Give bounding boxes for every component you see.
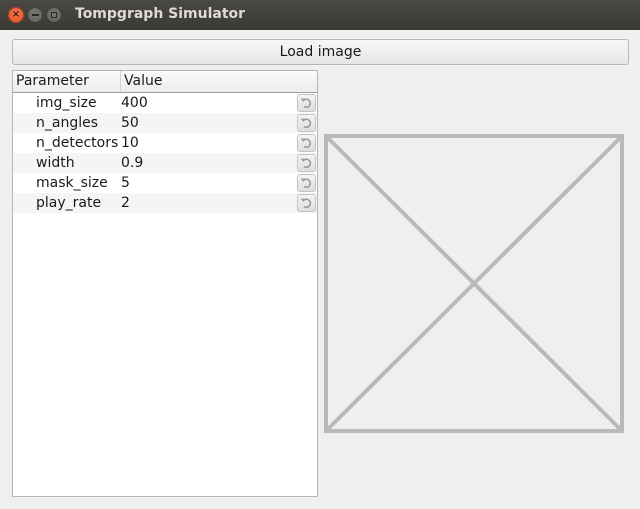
close-button[interactable]: ×: [8, 7, 24, 23]
parameter-name: play_rate: [36, 195, 102, 211]
parameter-name: img_size: [36, 95, 97, 111]
tree-row[interactable]: img_size 400: [13, 93, 317, 113]
minimize-button[interactable]: [27, 7, 43, 23]
reset-button[interactable]: [297, 114, 316, 132]
parameter-value[interactable]: 400: [121, 93, 148, 113]
tree-header: Parameter Value: [13, 71, 317, 93]
image-display: [324, 134, 624, 433]
load-image-button[interactable]: Load image: [12, 39, 629, 65]
column-header-value[interactable]: Value: [121, 71, 317, 92]
parameter-value[interactable]: 2: [121, 193, 130, 213]
maximize-icon: [51, 12, 57, 18]
parameter-name: width: [36, 155, 75, 171]
parameter-value[interactable]: 10: [121, 133, 139, 153]
parameter-tree[interactable]: Parameter Value img_size 400 n_angles 50…: [12, 70, 318, 497]
reset-button[interactable]: [297, 94, 316, 112]
reset-arrow-icon: [300, 198, 312, 208]
tree-row[interactable]: n_angles 50: [13, 113, 317, 133]
minimize-icon: [31, 14, 39, 16]
reset-arrow-icon: [300, 158, 312, 168]
maximize-button[interactable]: [46, 7, 62, 23]
parameter-name: n_detectors: [36, 135, 119, 151]
parameter-value[interactable]: 50: [121, 113, 139, 133]
parameter-name: mask_size: [36, 175, 108, 191]
reset-arrow-icon: [300, 118, 312, 128]
reset-arrow-icon: [300, 98, 312, 108]
reset-arrow-icon: [300, 138, 312, 148]
image-placeholder-icon: [324, 134, 624, 433]
parameter-value[interactable]: 0.9: [121, 153, 143, 173]
tree-row[interactable]: mask_size 5: [13, 173, 317, 193]
column-header-parameter[interactable]: Parameter: [13, 71, 121, 92]
reset-button[interactable]: [297, 134, 316, 152]
tree-row[interactable]: n_detectors 10: [13, 133, 317, 153]
reset-button[interactable]: [297, 194, 316, 212]
window-title: Tompgraph Simulator: [75, 6, 246, 22]
close-icon: ×: [11, 9, 21, 20]
reset-button[interactable]: [297, 154, 316, 172]
reset-arrow-icon: [300, 178, 312, 188]
parameter-name: n_angles: [36, 115, 99, 131]
tree-row[interactable]: play_rate 2: [13, 193, 317, 213]
parameter-value[interactable]: 5: [121, 173, 130, 193]
tree-row[interactable]: width 0.9: [13, 153, 317, 173]
window-titlebar[interactable]: × Tompgraph Simulator: [0, 0, 640, 30]
reset-button[interactable]: [297, 174, 316, 192]
